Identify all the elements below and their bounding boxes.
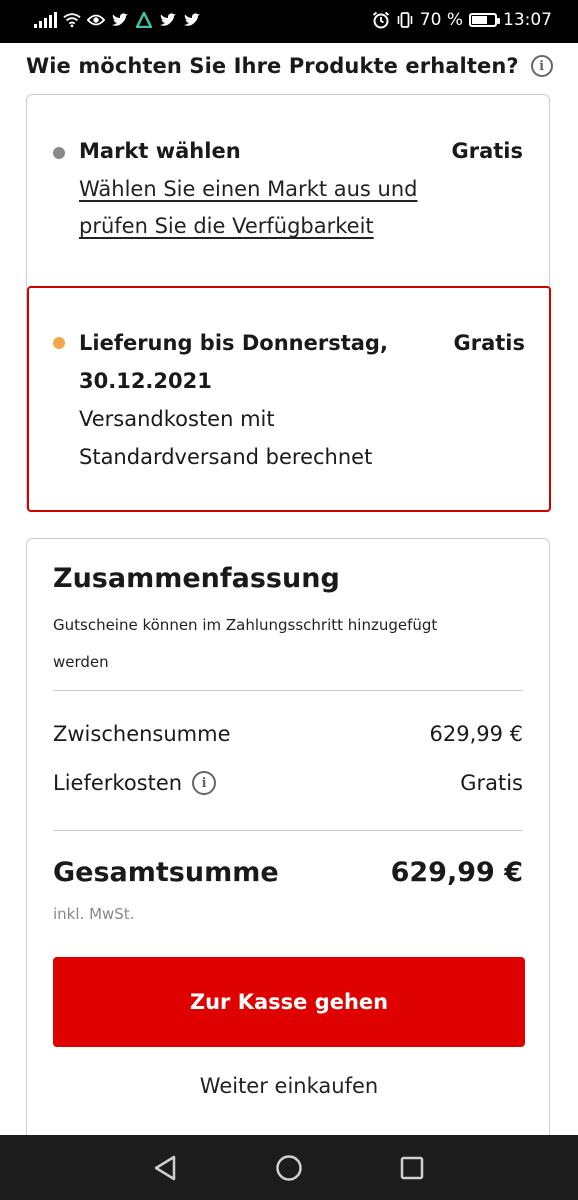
market-pickup-option[interactable]: Markt wählen Gratis Wählen Sie einen Mar… <box>27 95 549 285</box>
total-label: Gesamtsumme <box>53 857 279 888</box>
status-icons-left <box>34 11 201 29</box>
shipping-cost-value: Gratis <box>460 771 523 795</box>
option-radio-dot[interactable] <box>53 337 65 349</box>
twitter-icon <box>183 11 201 29</box>
clock: 13:07 <box>503 10 552 30</box>
choose-market-link[interactable]: Wählen Sie einen Markt aus und prüfen Si… <box>79 171 449 245</box>
market-option-price: Gratis <box>451 139 523 163</box>
delivery-heading: Wie möchten Sie Ihre Produkte erhalten? … <box>26 48 556 84</box>
info-icon[interactable]: i <box>192 771 217 795</box>
continue-shopping-link[interactable]: Weiter einkaufen <box>53 1074 525 1098</box>
market-option-title: Markt wählen <box>79 139 241 163</box>
battery-icon <box>469 13 500 27</box>
vat-note: inkl. MwSt. <box>53 905 135 923</box>
signal-icon <box>34 12 57 28</box>
twitter-icon <box>111 11 129 29</box>
divider <box>53 830 523 831</box>
option-radio-dot[interactable] <box>53 147 65 159</box>
subtotal-value: 629,99 € <box>429 722 523 746</box>
shipping-option-desc-line2: Standardversand berechnet <box>79 445 373 469</box>
vibrate-icon <box>396 11 414 29</box>
shipping-option-selected[interactable]: Lieferung bis Donnerstag, 30.12.2021 Gra… <box>27 286 551 512</box>
home-icon[interactable] <box>274 1153 304 1183</box>
voucher-note: Gutscheine können im Zahlungsschritt hin… <box>53 616 438 671</box>
delivery-options-card: Markt wählen Gratis Wählen Sie einen Mar… <box>26 94 551 512</box>
status-bar: 70 % 13:07 <box>0 0 578 43</box>
recents-icon[interactable] <box>397 1153 427 1183</box>
shipping-option-title-line1: Lieferung bis Donnerstag, <box>79 331 388 355</box>
shipping-option-date: 30.12.2021 <box>79 369 212 393</box>
shipping-option-price: Gratis <box>453 331 525 355</box>
shipping-option-desc-line1: Versandkosten mit <box>79 407 275 431</box>
back-icon[interactable] <box>150 1153 180 1183</box>
eye-icon <box>87 11 105 29</box>
summary-title: Zusammenfassung <box>53 563 340 594</box>
shipping-cost-label: Lieferkosten <box>53 771 183 795</box>
battery-percent: 70 % <box>419 10 463 30</box>
shipping-cost-row: Lieferkosten i <box>53 771 217 795</box>
divider <box>53 690 523 691</box>
delivery-heading-text: Wie möchten Sie Ihre Produkte erhalten? <box>26 54 519 78</box>
wifi-icon <box>63 11 81 29</box>
triangle-app-icon <box>135 11 153 29</box>
info-icon[interactable]: i <box>530 55 553 77</box>
subtotal-label: Zwischensumme <box>53 722 231 746</box>
total-value: 629,99 € <box>390 857 523 888</box>
alarm-icon <box>372 11 390 29</box>
status-icons-right: 70 % 13:07 <box>372 10 552 30</box>
twitter-icon <box>159 11 177 29</box>
navigation-bar <box>0 1135 578 1200</box>
checkout-button[interactable]: Zur Kasse gehen <box>53 957 525 1047</box>
battery-level-fill <box>472 16 487 24</box>
order-summary-card: Zusammenfassung Gutscheine können im Zah… <box>26 538 550 1148</box>
